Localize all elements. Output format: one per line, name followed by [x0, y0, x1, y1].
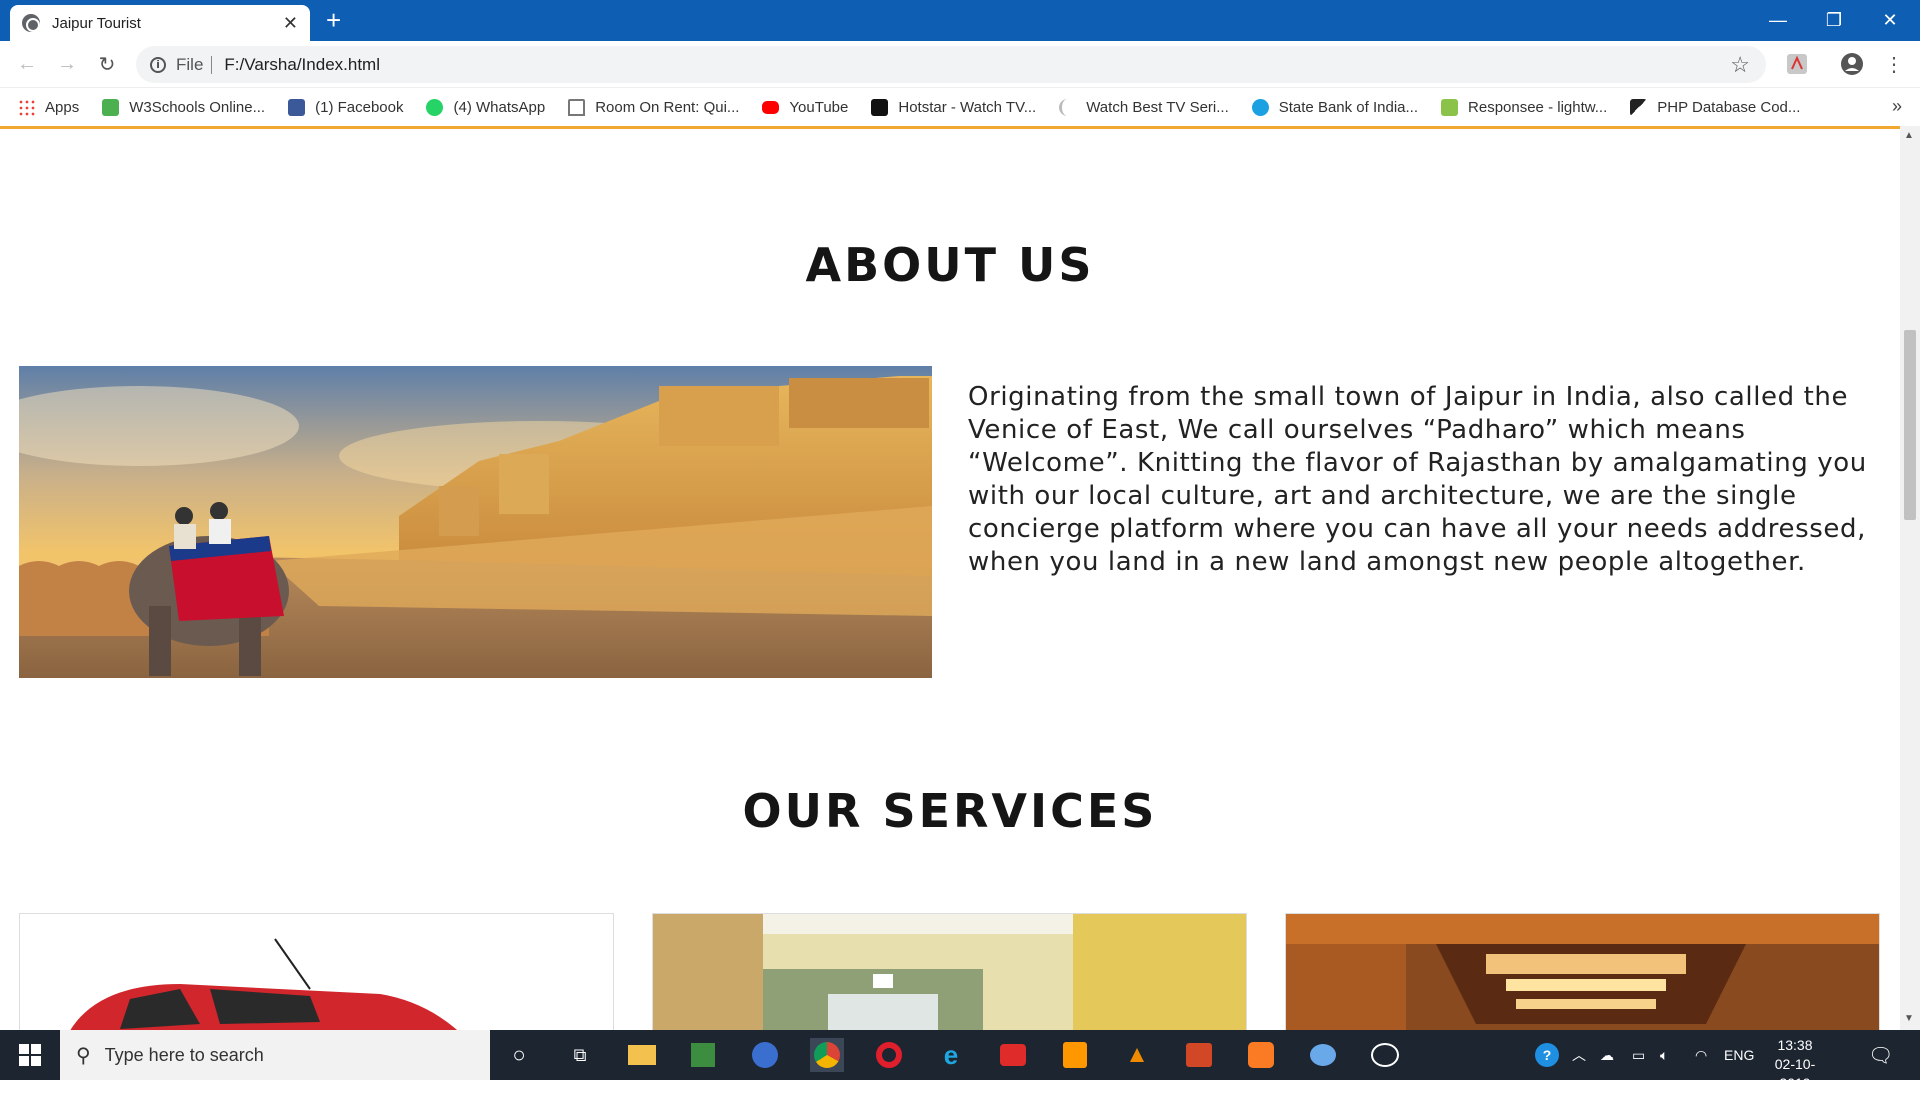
vlc-icon[interactable]: ▲ — [1120, 1038, 1154, 1072]
service-card-car[interactable] — [19, 913, 614, 1030]
file-explorer-icon[interactable] — [625, 1038, 659, 1072]
volume-icon[interactable]: 🔈︎ — [1660, 1030, 1668, 1080]
moon-icon — [1059, 98, 1076, 116]
cortana-icon[interactable]: ○ — [502, 1038, 536, 1072]
onedrive-icon[interactable]: ☁ — [1600, 1030, 1614, 1080]
minimize-icon[interactable]: — — [1750, 0, 1806, 41]
globe-icon — [22, 14, 40, 32]
reload-icon[interactable]: ↻ — [92, 49, 122, 79]
sublime-text-icon[interactable] — [1058, 1038, 1092, 1072]
bookmark-watch-tv[interactable]: Watch Best TV Seri... — [1059, 98, 1229, 116]
clock-time: 13:38 — [1777, 1037, 1813, 1053]
url-text[interactable]: F:/Varsha/Index.html — [224, 55, 380, 75]
chrome-icon[interactable] — [810, 1038, 844, 1072]
home-icon — [568, 98, 586, 116]
xampp-icon[interactable] — [1244, 1038, 1278, 1072]
new-tab-button[interactable]: + — [326, 6, 341, 34]
service-card-restaurant[interactable] — [1285, 913, 1880, 1030]
gallery-app-icon[interactable] — [1368, 1038, 1402, 1072]
url-divider — [211, 55, 213, 74]
bookmark-room-on-rent[interactable]: Room On Rent: Qui... — [568, 98, 739, 116]
scrollbar-thumb[interactable] — [1904, 330, 1916, 520]
forward-icon[interactable]: → — [52, 49, 82, 79]
url-scheme-label: File — [176, 54, 204, 74]
php-icon — [1630, 98, 1648, 116]
notifications-icon[interactable]: 🗨︎ — [1868, 1030, 1893, 1080]
photo-app-icon[interactable] — [686, 1038, 720, 1072]
bookmark-hotstar[interactable]: Hotstar - Watch TV... — [871, 98, 1036, 116]
profile-icon[interactable] — [1838, 50, 1866, 78]
facebook-icon — [288, 98, 306, 116]
battery-icon[interactable]: ▭ — [1632, 1030, 1645, 1080]
bookmark-sbi[interactable]: State Bank of India... — [1251, 98, 1418, 116]
info-icon[interactable]: i — [150, 56, 166, 73]
screen-recorder-icon[interactable] — [996, 1038, 1030, 1072]
page-scrollbar[interactable]: ▲ ▼ — [1900, 126, 1920, 1030]
windows-start-button[interactable] — [0, 1030, 60, 1080]
pdf-extension-icon[interactable] — [1783, 50, 1811, 78]
address-bar[interactable]: i File F:/Varsha/Index.html ☆ — [136, 46, 1766, 83]
back-icon[interactable]: ← — [12, 49, 42, 79]
taskbar-search-placeholder: Type here to search — [104, 1044, 264, 1065]
help-icon[interactable]: ? — [1535, 1030, 1559, 1080]
service-card-hotel-room[interactable] — [652, 913, 1247, 1030]
restore-icon[interactable]: ❐ — [1806, 0, 1862, 41]
bookmark-whatsapp[interactable]: (4) WhatsApp — [426, 98, 545, 116]
menu-icon[interactable]: ⋮ — [1880, 50, 1908, 78]
presentation-app-icon[interactable] — [1182, 1038, 1216, 1072]
hotel-room-image — [653, 914, 1246, 1030]
scroll-down-icon[interactable]: ▼ — [1904, 1013, 1914, 1024]
page-viewport: ABOUT US Originating from the small town… — [0, 129, 1900, 1030]
restaurant-image — [1286, 914, 1879, 1030]
amer-fort-image — [19, 366, 932, 678]
browser-tab[interactable]: Jaipur Tourist ✕ — [10, 5, 310, 41]
media-app-icon[interactable] — [748, 1038, 782, 1072]
bookmarks-overflow-button[interactable]: » — [1892, 96, 1902, 117]
bookmark-php[interactable]: PHP Database Cod... — [1630, 98, 1800, 116]
bookmark-youtube[interactable]: YouTube — [762, 99, 848, 116]
paint-app-icon[interactable] — [1306, 1038, 1340, 1072]
show-hidden-icons-icon[interactable]: ︿ — [1572, 1030, 1586, 1080]
tab-strip: Jaipur Tourist ✕ + — ❐ ✕ — [0, 0, 1920, 41]
bookmarks-bar: Apps W3Schools Online... (1) Facebook (4… — [0, 88, 1920, 126]
task-view-icon[interactable]: ⧉ — [563, 1038, 597, 1072]
whatsapp-icon — [426, 98, 444, 116]
hotstar-icon — [871, 98, 889, 116]
bookmark-w3schools[interactable]: W3Schools Online... — [102, 98, 265, 116]
apps-grid-icon — [18, 98, 35, 116]
red-car-image — [20, 914, 613, 1030]
sbi-icon — [1251, 98, 1269, 116]
tab-title: Jaipur Tourist — [52, 14, 141, 32]
wifi-icon[interactable]: ◠ — [1695, 1030, 1707, 1080]
close-tab-icon[interactable]: ✕ — [283, 13, 298, 34]
internet-explorer-icon[interactable]: e — [934, 1038, 968, 1072]
youtube-icon — [762, 100, 780, 114]
bookmark-star-icon[interactable]: ☆ — [1730, 52, 1750, 78]
opera-icon[interactable] — [872, 1038, 906, 1072]
close-window-icon[interactable]: ✕ — [1862, 0, 1918, 41]
clock-date: 02-10-2019 — [1774, 1056, 1816, 1091]
about-heading: ABOUT US — [805, 238, 1095, 292]
responsee-icon — [1441, 98, 1459, 116]
w3schools-icon — [102, 98, 120, 116]
language-indicator[interactable]: ENG — [1724, 1030, 1754, 1080]
taskbar-search-box[interactable]: ⚲ Type here to search — [60, 1030, 490, 1080]
taskbar-clock[interactable]: 13:38 02-10-2019 — [1760, 1036, 1830, 1093]
scroll-up-icon[interactable]: ▲ — [1904, 130, 1914, 141]
browser-toolbar: ← → ↻ i File F:/Varsha/Index.html ☆ ⋮ — [0, 41, 1920, 88]
search-icon: ⚲ — [76, 1044, 91, 1067]
windows-taskbar: ⚲ Type here to search ○ ⧉ e ▲ ? ︿ ☁ ▭ 🔈︎… — [0, 1030, 1920, 1091]
bookmark-apps[interactable]: Apps — [18, 98, 79, 116]
services-heading: OUR SERVICES — [742, 784, 1158, 838]
bookmark-responsee[interactable]: Responsee - lightw... — [1441, 98, 1607, 116]
bookmark-facebook[interactable]: (1) Facebook — [288, 98, 403, 116]
about-description: Originating from the small town of Jaipu… — [968, 382, 1867, 577]
